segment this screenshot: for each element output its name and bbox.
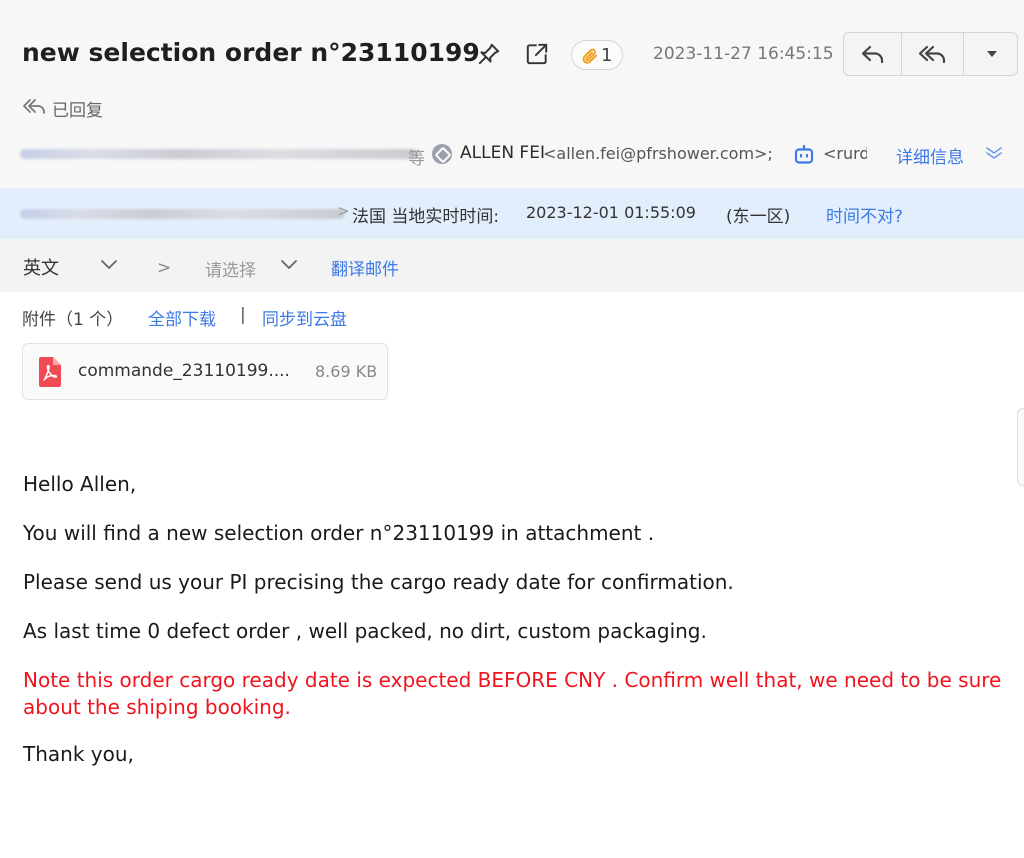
paperclip-icon <box>582 48 597 64</box>
attachments-label: 附件（1 个） <box>22 310 124 330</box>
attachment-count-badge[interactable]: 1 <box>571 40 623 70</box>
reply-icon <box>861 45 883 64</box>
email-greeting: Hello Allen, <box>23 472 137 496</box>
recipients-more: 等 <box>408 149 425 169</box>
translate-arrow: > <box>157 258 172 278</box>
attachment-file-name: commande_23110199.... <box>78 361 290 381</box>
email-subject: new selection order n°23110199 <box>22 38 480 67</box>
pin-icon[interactable] <box>476 41 502 67</box>
attachment-count: 1 <box>601 45 613 66</box>
download-all-link[interactable]: 全部下载 <box>148 305 216 330</box>
open-in-new-window-icon[interactable] <box>524 41 550 67</box>
sender-email[interactable]: <allen.fei@pfrshower.com>; <box>543 144 773 163</box>
email-body-line: As last time 0 defect order , well packe… <box>23 619 707 643</box>
sender-row: 等 ALLEN FEI <allen.fei@pfrshower.com>; <… <box>0 140 1024 170</box>
attachment-card[interactable]: commande_23110199.... 8.69 KB <box>22 343 388 400</box>
local-time-bar: > 法国 当地实时时间: 2023-12-01 01:55:09 (东一区) 时… <box>0 188 1024 239</box>
redacted-sender-address <box>20 209 345 219</box>
local-time-label: 法国 当地实时时间: <box>352 207 500 227</box>
robot-icon <box>794 144 814 164</box>
sync-to-cloud-link[interactable]: 同步到云盘 <box>262 305 347 330</box>
replied-label: 已回复 <box>52 101 103 121</box>
timezone-label: (东一区) <box>726 207 791 227</box>
contact-icon <box>432 144 452 164</box>
attachment-file-size: 8.69 KB <box>315 362 378 381</box>
pdf-icon <box>39 357 61 387</box>
target-language-select[interactable]: 请选择 <box>205 256 256 281</box>
reply-all-icon <box>918 45 945 64</box>
replied-icon <box>23 99 45 114</box>
email-body-line: Please send us your PI precising the car… <box>23 570 734 594</box>
side-panel-handle[interactable] <box>1017 408 1024 486</box>
email-header: new selection order n°23110199 1 2023-11… <box>0 0 1024 188</box>
chevron-down-icon[interactable] <box>100 259 118 271</box>
local-time-value: 2023-12-01 01:55:09 <box>526 203 696 222</box>
sender-name[interactable]: ALLEN FEI <box>460 143 545 163</box>
email-closing: Thank you, <box>23 742 134 766</box>
translation-bar: 英文 > 请选择 翻译邮件 <box>0 239 1024 292</box>
recipient-truncated[interactable]: <rurd <box>823 144 867 163</box>
email-note-highlight: Note this order cargo ready date is expe… <box>23 668 1002 719</box>
email-datetime: 2023-11-27 16:45:15 <box>653 44 834 64</box>
wrong-time-link[interactable]: 时间不对? <box>826 202 903 227</box>
email-body-line: You will find a new selection order n°23… <box>23 521 655 545</box>
reply-button[interactable] <box>844 33 902 75</box>
chevron-down-icon[interactable] <box>280 259 298 271</box>
caret-down-icon <box>986 51 997 57</box>
arrow-right-icon: > <box>337 202 350 220</box>
translate-email-button[interactable]: 翻译邮件 <box>331 255 399 280</box>
reply-button-group <box>843 32 1018 76</box>
separator: | <box>240 305 246 325</box>
details-link[interactable]: 详细信息 <box>896 143 964 168</box>
source-language-select[interactable]: 英文 <box>23 254 59 280</box>
more-actions-button[interactable] <box>964 33 1017 75</box>
reply-all-button[interactable] <box>902 33 964 75</box>
chevron-down-icon[interactable] <box>985 146 1003 160</box>
redacted-recipients <box>20 149 418 159</box>
